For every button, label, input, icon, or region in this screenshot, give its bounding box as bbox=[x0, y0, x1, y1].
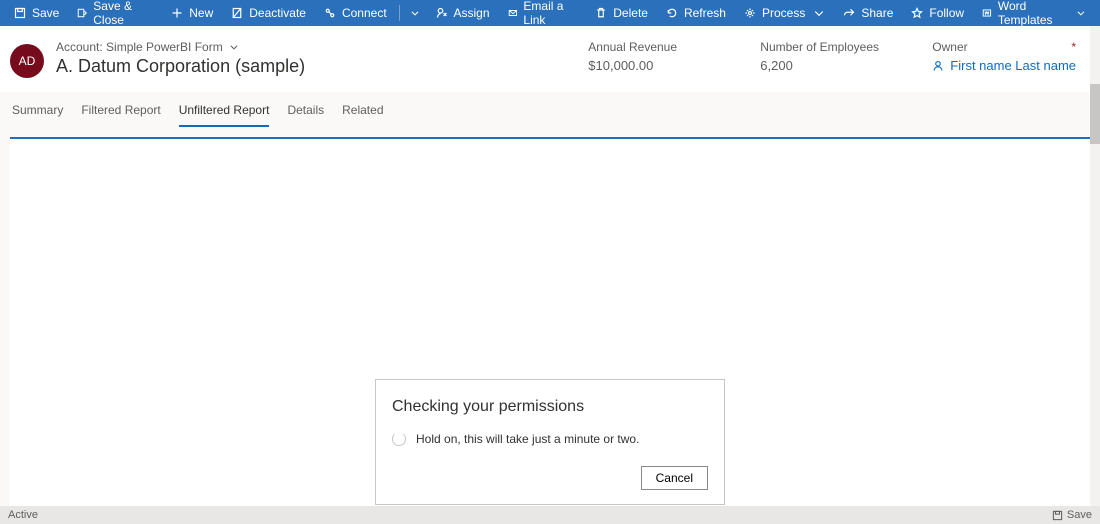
tab-related[interactable]: Related bbox=[342, 103, 383, 127]
separator bbox=[399, 5, 400, 21]
save-icon bbox=[14, 7, 26, 19]
scrollbar-thumb[interactable] bbox=[1090, 84, 1100, 144]
breadcrumb: Account: Simple PowerBI Form bbox=[56, 40, 223, 54]
assign-button[interactable]: Assign bbox=[428, 0, 498, 26]
spinner-icon bbox=[392, 432, 406, 446]
owner-link[interactable]: First name Last name bbox=[950, 58, 1076, 73]
record-state: Active bbox=[8, 509, 38, 521]
process-label: Process bbox=[762, 6, 805, 20]
share-label: Share bbox=[861, 6, 893, 20]
email-link-button[interactable]: Email a Link bbox=[500, 0, 586, 26]
person-icon bbox=[932, 60, 944, 72]
form-selector[interactable]: Account: Simple PowerBI Form bbox=[56, 40, 305, 54]
delete-button[interactable]: Delete bbox=[587, 0, 656, 26]
share-button[interactable]: Share bbox=[835, 0, 901, 26]
command-bar: Save Save & Close New Deactivate Connect… bbox=[0, 0, 1100, 26]
chevron-down-icon bbox=[813, 7, 825, 19]
statusbar-save-button[interactable]: Save bbox=[1052, 509, 1092, 521]
refresh-label: Refresh bbox=[684, 6, 726, 20]
avatar-initials: AD bbox=[19, 54, 36, 68]
save-close-label: Save & Close bbox=[93, 0, 153, 27]
field-value: 6,200 bbox=[760, 58, 880, 73]
share-icon bbox=[843, 7, 855, 19]
chevron-down-icon bbox=[1076, 7, 1086, 19]
deactivate-button[interactable]: Deactivate bbox=[223, 0, 314, 26]
chevron-down-icon bbox=[410, 8, 420, 18]
connect-dropdown[interactable] bbox=[404, 0, 426, 26]
assign-label: Assign bbox=[454, 6, 490, 20]
tab-details[interactable]: Details bbox=[287, 103, 324, 127]
star-icon bbox=[911, 7, 923, 19]
avatar: AD bbox=[10, 44, 44, 78]
status-bar: Active Save bbox=[0, 506, 1100, 524]
word-icon bbox=[982, 7, 992, 19]
process-button[interactable]: Process bbox=[736, 0, 833, 26]
tab-summary[interactable]: Summary bbox=[12, 103, 63, 127]
record-header: AD Account: Simple PowerBI Form A. Datum… bbox=[0, 26, 1100, 92]
new-button[interactable]: New bbox=[163, 0, 221, 26]
gear-icon bbox=[744, 7, 756, 19]
statusbar-save-label: Save bbox=[1067, 509, 1092, 521]
field-value: $10,000.00 bbox=[588, 58, 708, 73]
field-annual-revenue[interactable]: Annual Revenue $10,000.00 bbox=[588, 40, 708, 73]
tab-unfiltered-report[interactable]: Unfiltered Report bbox=[179, 103, 270, 127]
plus-icon bbox=[171, 7, 183, 19]
permissions-dialog: Checking your permissions Hold on, this … bbox=[375, 379, 725, 505]
connect-button[interactable]: Connect bbox=[316, 0, 395, 26]
follow-button[interactable]: Follow bbox=[903, 0, 972, 26]
chevron-down-icon bbox=[229, 42, 239, 52]
connect-icon bbox=[324, 7, 336, 19]
field-number-of-employees[interactable]: Number of Employees 6,200 bbox=[760, 40, 880, 73]
delete-label: Delete bbox=[613, 6, 648, 20]
dialog-title: Checking your permissions bbox=[392, 398, 708, 416]
tab-filtered-report[interactable]: Filtered Report bbox=[81, 103, 160, 127]
page-title: A. Datum Corporation (sample) bbox=[56, 56, 305, 77]
refresh-icon bbox=[666, 7, 678, 19]
trash-icon bbox=[595, 7, 607, 19]
field-owner[interactable]: Owner * First name Last name bbox=[932, 40, 1076, 73]
cancel-button[interactable]: Cancel bbox=[641, 466, 708, 490]
required-mark: * bbox=[1071, 40, 1076, 54]
save-icon bbox=[1052, 510, 1063, 521]
tab-region: Summary Filtered Report Unfiltered Repor… bbox=[0, 92, 1100, 509]
field-label: Number of Employees bbox=[760, 40, 880, 54]
save-button[interactable]: Save bbox=[6, 0, 67, 26]
deactivate-icon bbox=[231, 7, 243, 19]
email-icon bbox=[508, 7, 518, 19]
word-templates-label: Word Templates bbox=[998, 0, 1068, 27]
email-link-label: Email a Link bbox=[523, 0, 577, 27]
field-label: Owner * bbox=[932, 40, 1076, 54]
new-label: New bbox=[189, 6, 213, 20]
field-label: Annual Revenue bbox=[588, 40, 708, 54]
assign-icon bbox=[436, 7, 448, 19]
refresh-button[interactable]: Refresh bbox=[658, 0, 734, 26]
save-label: Save bbox=[32, 6, 59, 20]
save-close-icon bbox=[77, 7, 87, 19]
follow-label: Follow bbox=[929, 6, 964, 20]
word-templates-button[interactable]: Word Templates bbox=[974, 0, 1094, 26]
connect-label: Connect bbox=[342, 6, 387, 20]
report-panel: Checking your permissions Hold on, this … bbox=[10, 137, 1090, 509]
dialog-message: Hold on, this will take just a minute or… bbox=[416, 432, 639, 446]
save-close-button[interactable]: Save & Close bbox=[69, 0, 161, 26]
deactivate-label: Deactivate bbox=[249, 6, 306, 20]
